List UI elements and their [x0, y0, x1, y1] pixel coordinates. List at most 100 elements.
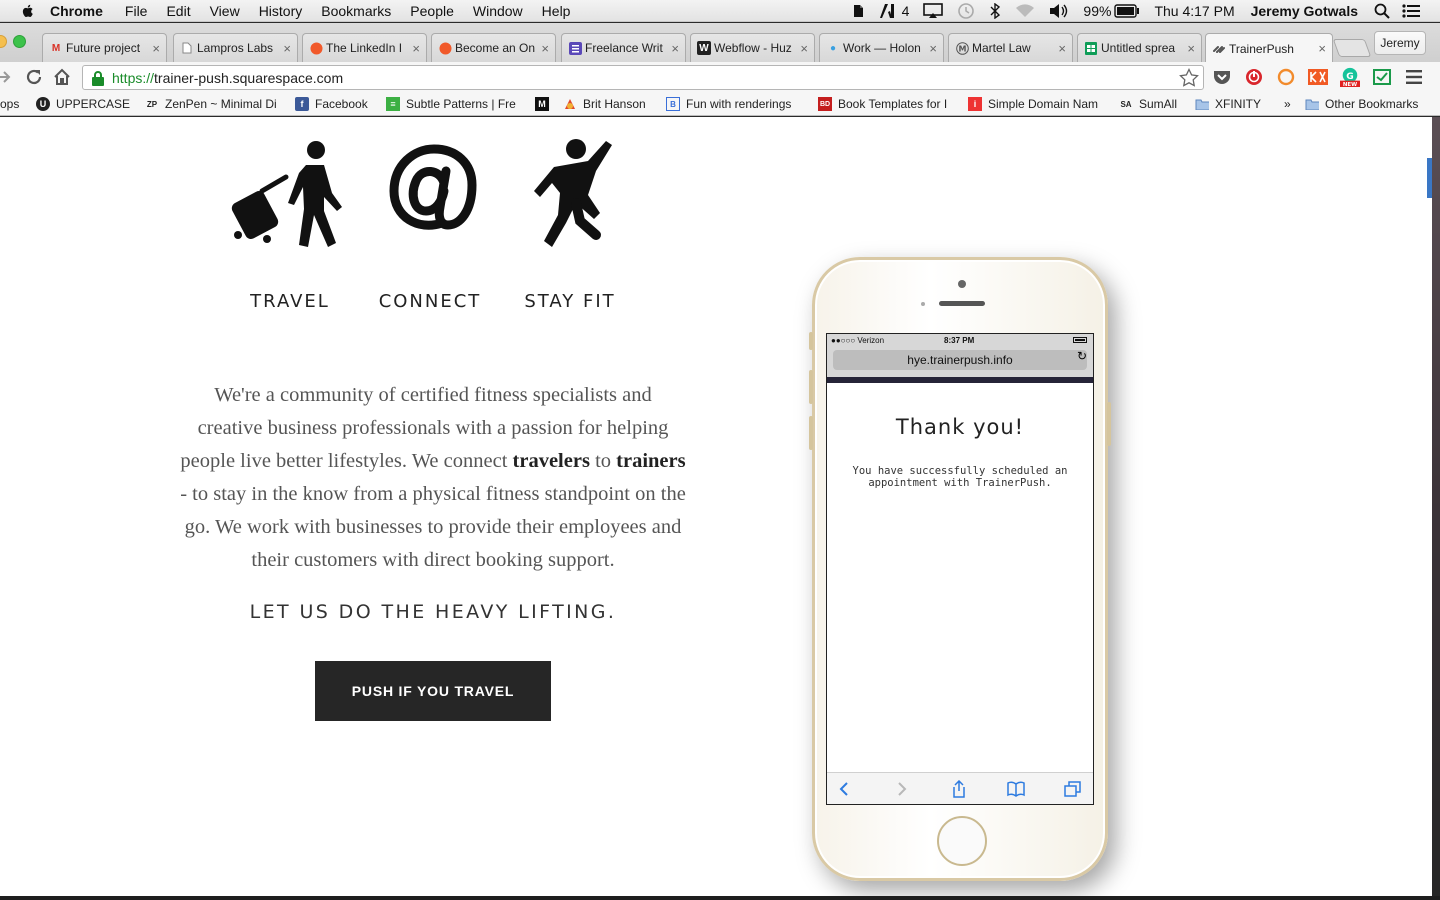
sa-icon: SA — [1120, 99, 1132, 109]
tab-trainerpush[interactable]: TrainerPush × — [1205, 33, 1333, 63]
feature-label: STAY FIT — [524, 291, 616, 312]
battery-icon[interactable] — [1114, 4, 1140, 18]
menu-view[interactable]: View — [210, 3, 240, 19]
chrome-menu-icon[interactable] — [1404, 67, 1424, 87]
menu-app-chrome[interactable]: Chrome — [50, 3, 103, 19]
close-icon[interactable]: × — [412, 41, 420, 56]
bookmark-medium[interactable]: M — [535, 96, 551, 112]
power-icon[interactable] — [1244, 67, 1264, 87]
home-icon[interactable] — [52, 67, 72, 87]
menu-people[interactable]: People — [410, 3, 454, 19]
book-icon: BD — [818, 97, 832, 111]
intro-text: to — [589, 450, 617, 472]
push-if-you-travel-button[interactable]: PUSH IF YOU TRAVEL — [315, 661, 551, 721]
spotlight-search-icon[interactable] — [1374, 3, 1390, 19]
tab-work-holon[interactable]: ● Work — Holon × — [819, 33, 944, 62]
minimize-window-button[interactable] — [0, 35, 7, 48]
tab-lampros-labs[interactable]: Lampros Labs × — [173, 33, 298, 62]
time-machine-icon[interactable] — [957, 2, 975, 20]
pocket-icon[interactable] — [1212, 67, 1232, 87]
intro-paragraph: We're a community of certified fitness s… — [180, 379, 686, 577]
svg-text:NEW: NEW — [1343, 82, 1357, 88]
close-icon[interactable]: × — [1187, 41, 1195, 56]
tab-webflow[interactable]: W Webflow - Huz × — [690, 33, 815, 62]
close-icon[interactable]: × — [1318, 41, 1326, 56]
bookmark-other-bookmarks[interactable]: Other Bookmarks — [1305, 96, 1425, 112]
phone-sensor — [921, 302, 925, 306]
feature-travel: TRAVEL — [220, 131, 360, 312]
bookmark-label: » — [1284, 97, 1291, 111]
tab-future-project[interactable]: M Future project × — [42, 33, 167, 62]
mail-check-icon[interactable] — [1372, 67, 1392, 87]
u-icon: U — [36, 97, 50, 111]
evernote-icon[interactable] — [850, 3, 866, 19]
menu-file[interactable]: File — [125, 3, 148, 19]
close-icon[interactable]: × — [671, 41, 679, 56]
intro-bold-trainers: trainers — [616, 450, 686, 472]
menubar-user[interactable]: Jeremy Gotwals — [1251, 3, 1358, 19]
bookmark-label: Subtle Patterns | Fre — [406, 97, 516, 111]
tab-label: TrainerPush — [1229, 41, 1294, 56]
reload-icon[interactable] — [24, 67, 44, 87]
close-icon[interactable]: × — [541, 41, 549, 56]
tab-label: Untitled sprea — [1101, 41, 1176, 55]
volume-icon[interactable] — [1049, 3, 1069, 19]
kayak-icon[interactable] — [1308, 67, 1328, 87]
bookmarks-overflow-chevron-icon[interactable]: » — [1284, 96, 1296, 112]
menu-help[interactable]: Help — [542, 3, 571, 19]
phone-reload-icon: ↻ — [1076, 349, 1087, 363]
adobe-icon[interactable] — [879, 4, 898, 18]
close-icon[interactable]: × — [283, 41, 291, 56]
tab-become-an-on[interactable]: Become an On × — [431, 33, 556, 62]
grammarly-new-icon[interactable]: G NEW — [1340, 67, 1360, 88]
bookmark-uppercase[interactable]: U UPPERCASE — [36, 96, 136, 112]
bookmark-facebook[interactable]: f Facebook — [295, 96, 375, 112]
bookmark-subtle-patterns[interactable]: ≡ Subtle Patterns | Fre — [386, 96, 520, 112]
bookmark-xfinity[interactable]: XFINITY — [1195, 96, 1265, 112]
bookmark-zenpen[interactable]: ZP ZenPen ~ Minimal Di — [145, 96, 279, 112]
url-text[interactable]: https://trainer-push.squarespace.com — [112, 70, 343, 86]
airplay-icon[interactable] — [923, 3, 944, 19]
bookmark-fun-with-renderings[interactable]: B Fun with renderings — [666, 96, 800, 112]
tab-martel-law[interactable]: M Martel Law × — [948, 33, 1073, 62]
tab-linkedin[interactable]: The LinkedIn I × — [302, 33, 427, 62]
forward-arrow-icon[interactable] — [0, 67, 14, 87]
address-bar[interactable]: https://trainer-push.squarespace.com — [82, 65, 1204, 90]
bookmark-star-icon[interactable] — [1179, 68, 1199, 88]
wifi-icon[interactable] — [1015, 3, 1035, 19]
bookmark-label: ops — [0, 97, 20, 111]
sheets-icon — [1084, 41, 1098, 55]
bookmark-simple-domain[interactable]: i Simple Domain Nam — [968, 96, 1106, 112]
ring-icon[interactable] — [1276, 67, 1296, 87]
secure-lock-icon[interactable] — [91, 70, 105, 86]
apple-menu-icon[interactable] — [20, 3, 36, 19]
menu-window[interactable]: Window — [473, 3, 523, 19]
notification-center-icon[interactable] — [1402, 4, 1420, 18]
bookmark-apps[interactable]: ops — [0, 96, 19, 112]
fullscreen-window-button[interactable] — [13, 35, 26, 48]
close-icon[interactable]: × — [152, 41, 160, 56]
intro-text: - to stay in the know from a physical fi… — [180, 483, 686, 571]
menu-bookmarks[interactable]: Bookmarks — [321, 3, 391, 19]
menu-edit[interactable]: Edit — [166, 3, 190, 19]
tab-label: Martel Law — [972, 41, 1031, 55]
menubar-clock[interactable]: Thu 4:17 PM — [1154, 3, 1234, 19]
bookmark-brit-hanson[interactable]: Brit Hanson — [563, 96, 651, 112]
close-icon[interactable]: × — [1058, 41, 1066, 56]
close-icon[interactable]: × — [800, 41, 808, 56]
url-scheme: https:// — [112, 69, 155, 86]
bookmark-book-templates[interactable]: BD Book Templates for I — [818, 96, 952, 112]
tab-label: Freelance Writ — [585, 41, 663, 55]
new-tab-button[interactable] — [1332, 39, 1372, 57]
tab-strip: M Future project × Lampros Labs × The Li… — [0, 23, 1440, 63]
desktop-bottom-edge — [0, 896, 1440, 900]
close-icon[interactable]: × — [929, 41, 937, 56]
menu-history[interactable]: History — [259, 3, 303, 19]
bookmark-sumall[interactable]: SA SumAll — [1119, 96, 1183, 112]
tab-freelance-writ[interactable]: Freelance Writ × — [561, 33, 686, 62]
profile-button[interactable]: Jeremy — [1374, 31, 1426, 55]
tab-label: Work — Holon — [843, 41, 921, 55]
bluetooth-icon[interactable] — [989, 3, 1001, 19]
battery-percent: 99% — [1083, 3, 1112, 19]
tab-untitled-spreadsheet[interactable]: Untitled sprea × — [1077, 33, 1202, 62]
